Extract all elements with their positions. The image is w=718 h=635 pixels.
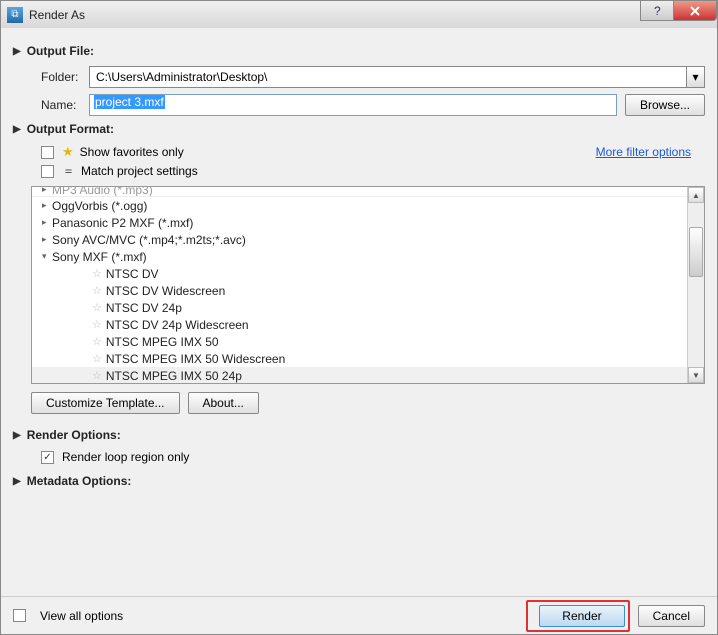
- template-item[interactable]: ☆ NTSC MPEG IMX 50 Widescreen: [32, 350, 687, 367]
- format-item[interactable]: ▸Sony AVC/MVC (*.mp4;*.m2ts;*.avc): [32, 231, 687, 248]
- output-file-header[interactable]: ▶ Output File:: [13, 44, 705, 58]
- dialog-body: ▶ Output File: Folder: C:\Users\Administ…: [0, 28, 718, 635]
- render-options-header[interactable]: ▶ Render Options:: [13, 428, 705, 442]
- template-label: NTSC DV Widescreen: [106, 284, 225, 298]
- chevron-right-icon: ▶: [13, 476, 21, 487]
- template-item[interactable]: ☆ NTSC DV 24p: [32, 299, 687, 316]
- template-label: NTSC MPEG IMX 50: [106, 335, 219, 349]
- scroll-up-icon[interactable]: ▲: [688, 187, 704, 203]
- star-outline-icon: ☆: [92, 335, 102, 348]
- name-label: Name:: [41, 98, 89, 112]
- render-highlight: Render: [526, 600, 629, 632]
- star-icon: ★: [62, 144, 74, 160]
- footer: View all options Render Cancel: [1, 596, 717, 634]
- view-all-label: View all options: [40, 609, 123, 623]
- template-label: NTSC DV 24p Widescreen: [106, 318, 249, 332]
- star-outline-icon: ☆: [92, 267, 102, 280]
- format-label: OggVorbis (*.ogg): [52, 199, 147, 213]
- star-outline-icon: ☆: [92, 352, 102, 365]
- help-button[interactable]: ?: [640, 1, 674, 21]
- scroll-down-icon[interactable]: ▼: [688, 367, 704, 383]
- cancel-button[interactable]: Cancel: [638, 605, 705, 627]
- template-item-selected[interactable]: ☆ NTSC MPEG IMX 50 24p: [32, 367, 687, 383]
- metadata-options-header[interactable]: ▶ Metadata Options:: [13, 474, 705, 488]
- match-project-checkbox[interactable]: [41, 165, 54, 178]
- chevron-right-icon: ▶: [13, 46, 21, 57]
- template-item[interactable]: ☆ NTSC DV Widescreen: [32, 282, 687, 299]
- template-item[interactable]: ☆ NTSC DV 24p Widescreen: [32, 316, 687, 333]
- customize-template-button[interactable]: Customize Template...: [31, 392, 180, 414]
- metadata-options-label: Metadata Options:: [27, 474, 132, 488]
- chevron-down-icon[interactable]: ▾: [686, 67, 704, 87]
- chevron-right-icon: ▶: [13, 430, 21, 441]
- format-label: Sony AVC/MVC (*.mp4;*.m2ts;*.avc): [52, 233, 246, 247]
- name-value: project 3.mxf: [94, 95, 165, 109]
- format-item[interactable]: ▸Panasonic P2 MXF (*.mxf): [32, 214, 687, 231]
- app-icon: ⧉: [7, 7, 23, 23]
- window-title: Render As: [29, 8, 85, 22]
- star-outline-icon: ☆: [92, 369, 102, 382]
- template-label: NTSC MPEG IMX 50 24p: [106, 369, 242, 383]
- loop-region-label: Render loop region only: [62, 450, 189, 464]
- format-item[interactable]: ▾Sony MXF (*.mxf): [32, 248, 687, 265]
- match-project-label: Match project settings: [81, 164, 198, 178]
- format-item[interactable]: ▸OggVorbis (*.ogg): [32, 197, 687, 214]
- output-format-header[interactable]: ▶ Output Format:: [13, 122, 705, 136]
- format-label: MP3 Audio (*.mp3): [52, 187, 153, 197]
- about-button[interactable]: About...: [188, 392, 259, 414]
- loop-region-checkbox[interactable]: [41, 451, 54, 464]
- scroll-thumb[interactable]: [689, 227, 703, 277]
- star-outline-icon: ☆: [92, 301, 102, 314]
- format-label: Panasonic P2 MXF (*.mxf): [52, 216, 193, 230]
- scrollbar[interactable]: ▲ ▼: [687, 187, 704, 383]
- show-favorites-checkbox[interactable]: [41, 146, 54, 159]
- show-favorites-label: Show favorites only: [80, 145, 184, 159]
- more-filter-link[interactable]: More filter options: [596, 145, 691, 159]
- render-options-label: Render Options:: [27, 428, 121, 442]
- folder-select[interactable]: C:\Users\Administrator\Desktop\ ▾: [89, 66, 705, 88]
- format-item[interactable]: ▸MP3 Audio (*.mp3): [32, 187, 687, 197]
- equals-icon: =: [62, 164, 75, 178]
- browse-button[interactable]: Browse...: [625, 94, 705, 116]
- close-button[interactable]: [673, 1, 717, 21]
- output-format-label: Output Format:: [27, 122, 114, 136]
- folder-value: C:\Users\Administrator\Desktop\: [96, 70, 267, 84]
- star-outline-icon: ☆: [92, 284, 102, 297]
- view-all-checkbox[interactable]: [13, 609, 26, 622]
- titlebar[interactable]: ⧉ Render As ?: [0, 0, 718, 28]
- format-label: Sony MXF (*.mxf): [52, 250, 147, 264]
- chevron-right-icon: ▶: [13, 124, 21, 135]
- format-tree: ▸MP3 Audio (*.mp3) ▸OggVorbis (*.ogg) ▸P…: [31, 186, 705, 384]
- name-input[interactable]: project 3.mxf: [89, 94, 617, 116]
- output-file-label: Output File:: [27, 44, 94, 58]
- template-label: NTSC DV 24p: [106, 301, 182, 315]
- template-label: NTSC DV: [106, 267, 159, 281]
- template-label: NTSC MPEG IMX 50 Widescreen: [106, 352, 285, 366]
- template-item[interactable]: ☆ NTSC DV: [32, 265, 687, 282]
- svg-text:?: ?: [654, 6, 661, 16]
- template-item[interactable]: ☆ NTSC MPEG IMX 50: [32, 333, 687, 350]
- star-outline-icon: ☆: [92, 318, 102, 331]
- folder-label: Folder:: [41, 70, 89, 84]
- render-button[interactable]: Render: [539, 605, 624, 627]
